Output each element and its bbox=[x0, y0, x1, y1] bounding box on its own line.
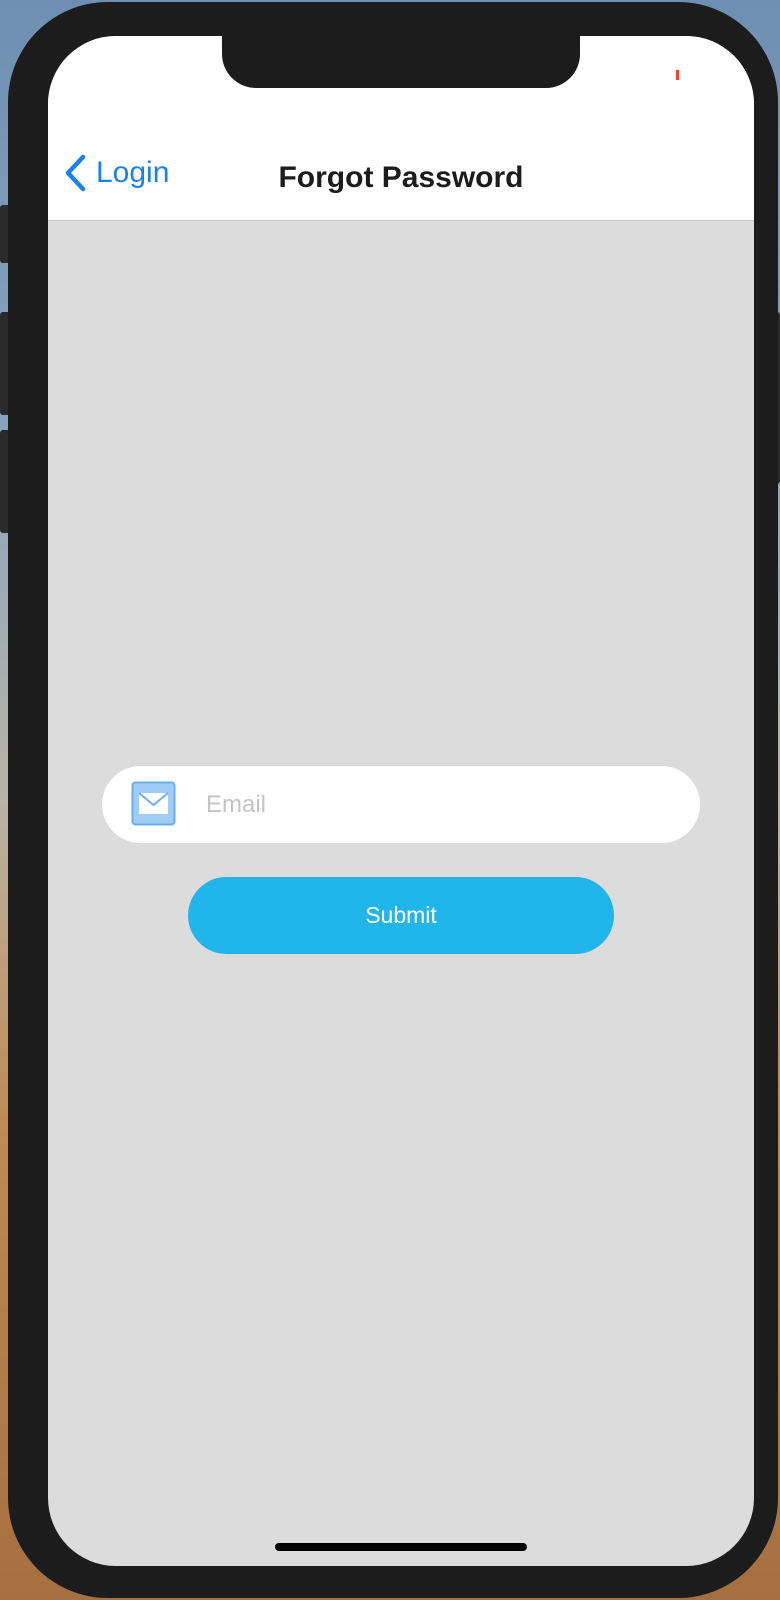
email-field[interactable] bbox=[102, 766, 700, 843]
status-indicator bbox=[676, 70, 679, 80]
mail-icon bbox=[131, 781, 176, 826]
home-indicator bbox=[275, 1543, 527, 1551]
email-input[interactable] bbox=[206, 766, 676, 843]
app-screen: Login Forgot Password Submit bbox=[48, 36, 754, 1566]
phone-frame: Login Forgot Password Submit bbox=[8, 2, 778, 1598]
navigation-bar: Login Forgot Password bbox=[48, 131, 754, 221]
status-bar bbox=[48, 36, 754, 131]
page-title: Forgot Password bbox=[278, 161, 524, 194]
submit-button[interactable]: Submit bbox=[188, 877, 614, 954]
notch bbox=[222, 36, 580, 88]
